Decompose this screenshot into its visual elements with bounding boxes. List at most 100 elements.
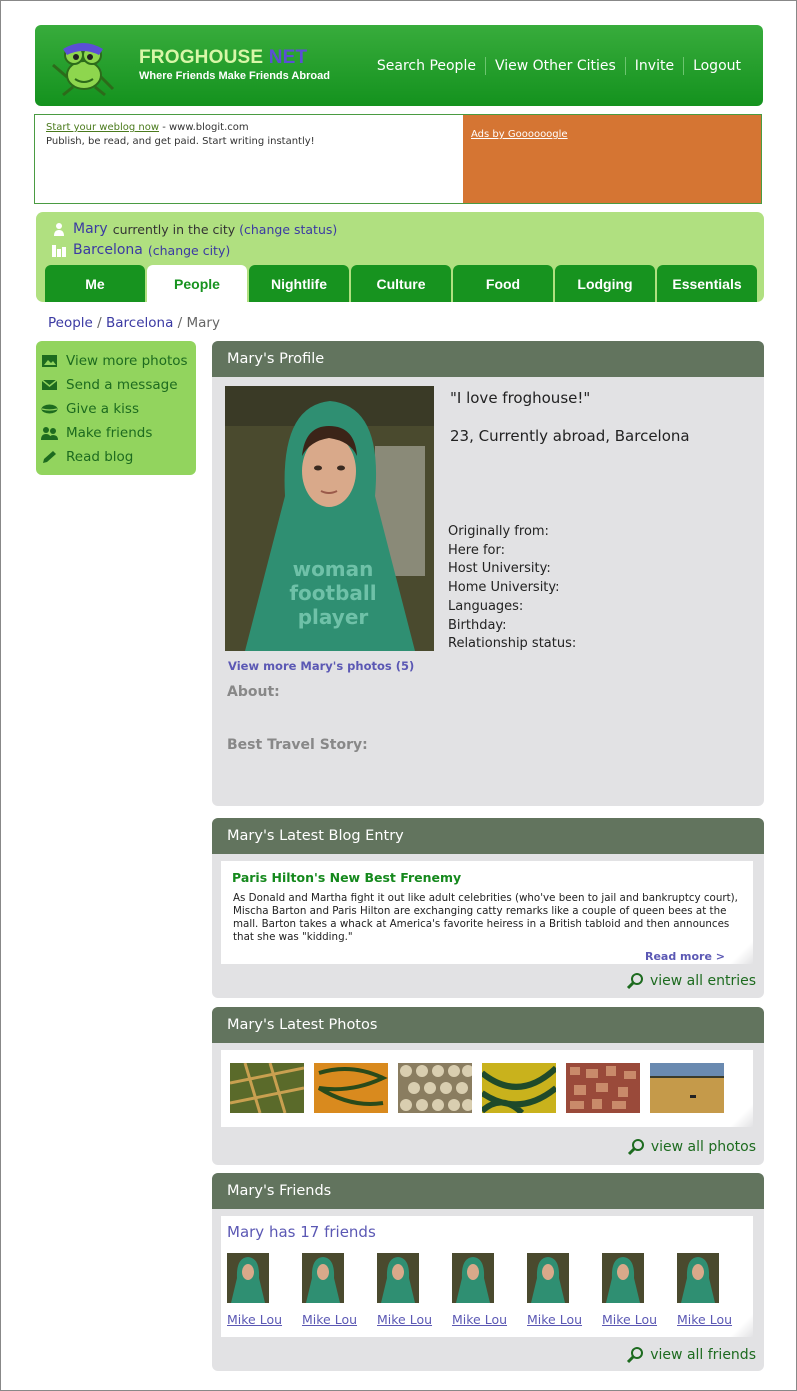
side-menu-label: Give a kiss — [66, 401, 139, 417]
top-nav: Search People View Other Cities Invite L… — [368, 57, 741, 75]
blog-entry-text: As Donald and Martha fight it out like a… — [233, 892, 738, 943]
brand-name[interactable]: FROGHOUSE NET — [139, 47, 330, 69]
text-ad: Start your weblog now - www.blogit.com P… — [35, 115, 463, 203]
friend-avatar[interactable] — [227, 1253, 269, 1303]
magnifier-icon — [627, 1347, 644, 1364]
photo-thumbnail[interactable] — [230, 1063, 304, 1113]
ad-sidebox: Ads by Goooooogle — [463, 115, 761, 203]
magnifier-icon — [627, 1139, 644, 1156]
read-more-link[interactable]: Read more > — [645, 950, 725, 963]
user-name[interactable]: Mary — [73, 221, 108, 237]
fact-relationship-status: Relationship status: — [448, 636, 577, 652]
friend-card[interactable]: Mike Lou — [602, 1253, 677, 1327]
tab-culture[interactable]: Culture — [351, 265, 451, 302]
photo-thumbnail[interactable] — [398, 1063, 472, 1113]
breadcrumb-people[interactable]: People — [48, 315, 93, 331]
side-menu-label: Send a message — [66, 377, 178, 393]
friend-card[interactable]: Mike Lou — [302, 1253, 377, 1327]
view-more-mary-photos-link[interactable]: View more Mary's photos (5) — [228, 659, 414, 673]
nav-search-people[interactable]: Search People — [368, 57, 485, 75]
view-all-entries-link[interactable]: view all entries — [626, 972, 756, 990]
svg-text:woman: woman — [293, 557, 374, 581]
lips-icon — [41, 404, 58, 414]
fact-home-university: Home University: — [448, 580, 560, 596]
friend-name-link[interactable]: Mike Lou — [227, 1312, 302, 1327]
status-panel: Mary currently in the city (change statu… — [36, 212, 764, 302]
view-all-label: view all friends — [650, 1347, 756, 1363]
tab-me[interactable]: Me — [45, 265, 145, 302]
side-menu-label: View more photos — [66, 353, 188, 369]
tab-nightlife[interactable]: Nightlife — [249, 265, 349, 302]
friend-card[interactable]: Mike Lou — [377, 1253, 452, 1327]
frog-logo-icon[interactable] — [49, 35, 119, 97]
profile-panel: Mary's Profile woman football player Vie… — [212, 341, 764, 806]
ads-by-google-link[interactable]: Ads by Goooooogle — [471, 129, 568, 140]
tab-people[interactable]: People — [147, 265, 247, 302]
photos-strip — [221, 1050, 753, 1127]
friend-card[interactable]: Mike Lou — [452, 1253, 527, 1327]
friend-avatar[interactable] — [677, 1253, 719, 1303]
friend-avatar[interactable] — [302, 1253, 344, 1303]
city-row: Barcelona (change city) — [52, 242, 230, 258]
view-all-photos-link[interactable]: view all photos — [627, 1138, 756, 1156]
about-heading: About: — [227, 684, 280, 700]
photo-thumbnail[interactable] — [482, 1063, 556, 1113]
friend-card[interactable]: Mike Lou — [677, 1253, 752, 1327]
blog-panel-title: Mary's Latest Blog Entry — [212, 818, 764, 854]
give-kiss-link[interactable]: Give a kiss — [41, 397, 196, 421]
view-more-photos-link[interactable]: View more photos — [41, 349, 196, 373]
change-city-link[interactable]: (change city) — [148, 243, 230, 258]
friend-name-link[interactable]: Mike Lou — [602, 1312, 677, 1327]
profile-photo[interactable]: woman football player — [225, 386, 434, 651]
photo-thumbnail[interactable] — [314, 1063, 388, 1113]
fact-originally-from: Originally from: — [448, 524, 549, 539]
person-icon — [54, 223, 64, 236]
site-header: FROGHOUSE NET Where Friends Make Friends… — [35, 25, 763, 106]
ad-text: Publish, be read, and get paid. Start wr… — [46, 136, 315, 147]
ad-url: - www.blogit.com — [159, 122, 249, 133]
pencil-icon — [43, 451, 56, 463]
side-menu-label: Read blog — [66, 449, 134, 465]
friends-box: Mary has 17 friends Mike Lou Mike Lou Mike… — [221, 1216, 753, 1337]
city-link[interactable]: Barcelona — [73, 242, 143, 258]
friend-name-link[interactable]: Mike Lou — [452, 1312, 527, 1327]
friends-panel: Mary's Friends Mary has 17 friends Mike … — [212, 1173, 764, 1371]
nav-logout[interactable]: Logout — [683, 57, 741, 75]
friend-avatar[interactable] — [452, 1253, 494, 1303]
friend-count: Mary has 17 friends — [227, 1223, 376, 1241]
nav-view-other-cities[interactable]: View Other Cities — [484, 57, 625, 75]
send-message-link[interactable]: Send a message — [41, 373, 196, 397]
photo-icon — [42, 355, 57, 367]
friend-name-link[interactable]: Mike Lou — [527, 1312, 602, 1327]
profile-facts: Originally from: Here for: Host Universi… — [448, 523, 576, 654]
friend-name-link[interactable]: Mike Lou — [377, 1312, 452, 1327]
friend-card[interactable]: Mike Lou — [227, 1253, 302, 1327]
photo-thumbnail[interactable] — [566, 1063, 640, 1113]
friend-avatar[interactable] — [527, 1253, 569, 1303]
friend-name-link[interactable]: Mike Lou — [677, 1312, 752, 1327]
tab-food[interactable]: Food — [453, 265, 553, 302]
svg-text:player: player — [298, 605, 369, 629]
friend-list: Mike Lou Mike Lou Mike Lou Mike Lou Mike Lou… — [227, 1253, 752, 1327]
status-row: Mary currently in the city (change statu… — [52, 221, 337, 237]
make-friends-link[interactable]: Make friends — [41, 421, 196, 445]
nav-invite[interactable]: Invite — [624, 57, 683, 75]
ad-link[interactable]: Start your weblog now — [46, 122, 159, 133]
read-blog-link[interactable]: Read blog — [41, 445, 196, 469]
blog-entry-title[interactable]: Paris Hilton's New Best Frenemy — [232, 870, 461, 885]
blog-panel: Mary's Latest Blog Entry Paris Hilton's … — [212, 818, 764, 998]
ad-banner: Start your weblog now - www.blogit.com P… — [34, 114, 762, 204]
tab-essentials[interactable]: Essentials — [657, 265, 757, 302]
friend-avatar[interactable] — [377, 1253, 419, 1303]
fact-host-university: Host University: — [448, 561, 551, 577]
tab-lodging[interactable]: Lodging — [555, 265, 655, 302]
view-all-friends-link[interactable]: view all friends — [626, 1346, 756, 1364]
friend-avatar[interactable] — [602, 1253, 644, 1303]
breadcrumb-separator: / — [92, 315, 106, 331]
friend-name-link[interactable]: Mike Lou — [302, 1312, 377, 1327]
breadcrumb-city[interactable]: Barcelona — [106, 315, 173, 331]
section-tabs: Me People Nightlife Culture Food Lodging… — [45, 265, 759, 302]
change-status-link[interactable]: (change status) — [239, 222, 337, 237]
photo-thumbnail[interactable] — [650, 1063, 724, 1113]
friend-card[interactable]: Mike Lou — [527, 1253, 602, 1327]
